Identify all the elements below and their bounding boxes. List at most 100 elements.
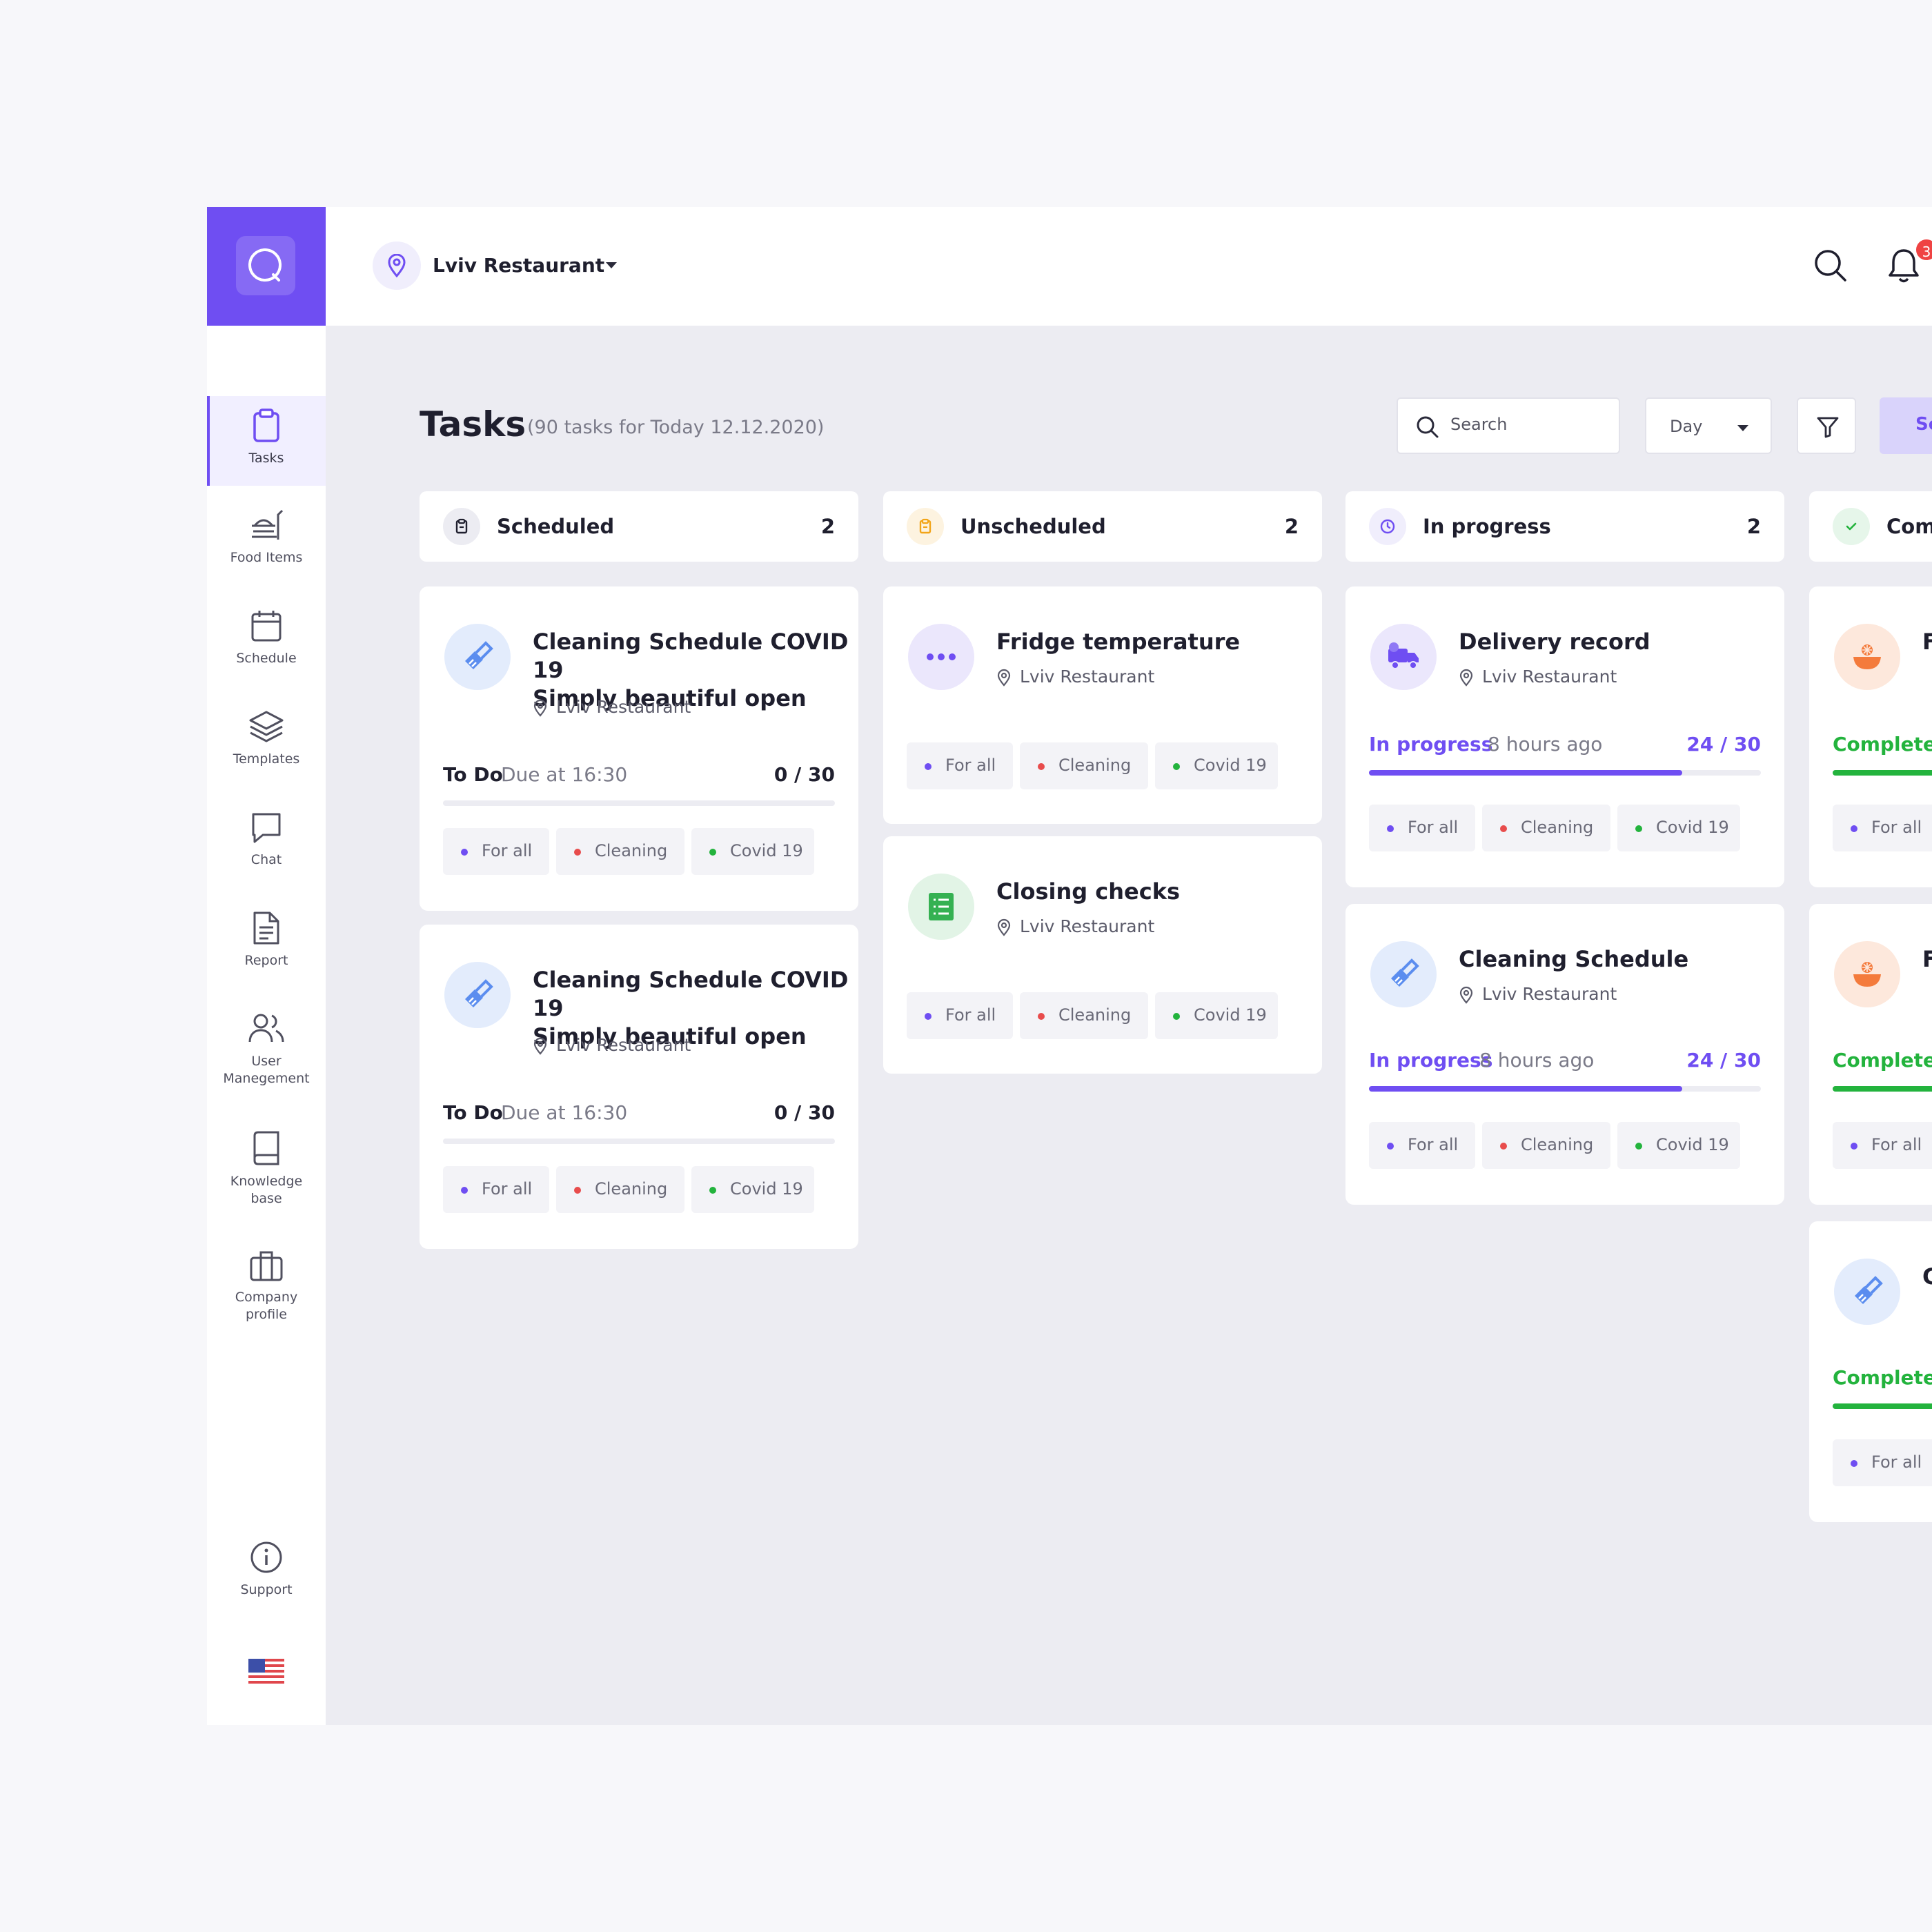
task-progress-count: 0 / 30 xyxy=(773,763,835,786)
column-count: 2 xyxy=(1746,515,1761,538)
column-count: 2 xyxy=(820,515,835,538)
sidebar-item-chat[interactable]: Chat xyxy=(207,810,326,869)
tag-cleaning[interactable]: Cleaning xyxy=(556,1166,684,1213)
location-pin-icon xyxy=(533,699,547,717)
task-card-in-progress-1[interactable]: Delivery record Lviv Restaurant In progr… xyxy=(1346,586,1784,887)
cleaning-brush-icon xyxy=(444,962,511,1028)
task-status-row: In progress 8 hours ago 24 / 30 xyxy=(1369,1049,1761,1076)
tag-for-all[interactable]: For all xyxy=(1833,1439,1932,1486)
task-card-unscheduled-1[interactable]: Fridge temperature Lviv Restaurant For a… xyxy=(883,586,1322,824)
page-title: Tasks xyxy=(420,404,526,444)
schedule-button-label: Schedule xyxy=(1915,414,1932,435)
search-input[interactable] xyxy=(1449,414,1610,435)
tag-cleaning[interactable]: Cleaning xyxy=(1482,805,1610,851)
column-header-completed: Completed xyxy=(1809,491,1932,562)
chevron-down-icon[interactable] xyxy=(606,262,617,268)
task-status: In progress xyxy=(1369,1049,1493,1072)
location-pin-icon xyxy=(997,669,1011,687)
task-elapsed: 8 hours ago xyxy=(1479,1049,1595,1072)
search-field[interactable] xyxy=(1397,397,1620,454)
task-progress-fill xyxy=(1833,1086,1932,1092)
sidebar-item-knowledge-base[interactable]: Knowledge base xyxy=(207,1130,326,1208)
schedule-button[interactable]: Schedule xyxy=(1880,397,1932,454)
sidebar-item-support[interactable]: Support xyxy=(207,1540,326,1599)
tag-covid-19[interactable]: Covid 19 xyxy=(1617,805,1740,851)
sidebar-item-label: Schedule xyxy=(236,651,297,666)
tag-for-all[interactable]: For all xyxy=(1369,1122,1475,1169)
sidebar-item-company-profile[interactable]: Company profile xyxy=(207,1249,326,1323)
task-card-in-progress-2[interactable]: Cleaning Schedule Lviv Restaurant In pro… xyxy=(1346,904,1784,1205)
sidebar-item-report[interactable]: Report xyxy=(207,911,326,969)
sidebar-item-label: Chat xyxy=(250,852,282,867)
filter-button[interactable] xyxy=(1797,397,1856,454)
task-progress-fill xyxy=(1833,770,1932,776)
us-flag-icon[interactable] xyxy=(248,1659,284,1684)
sidebar-item-user-management[interactable]: User Manegement xyxy=(207,1012,326,1087)
tag-covid-19[interactable]: Covid 19 xyxy=(691,828,814,875)
task-status-row: Completed xyxy=(1833,1049,1932,1076)
tag-cleaning[interactable]: Cleaning xyxy=(1020,742,1148,789)
task-status: Completed xyxy=(1833,733,1932,756)
sidebar-item-schedule[interactable]: Schedule xyxy=(207,609,326,667)
logo-icon xyxy=(236,236,295,295)
clipboard-icon xyxy=(907,508,944,545)
sidebar-item-tasks[interactable]: Tasks xyxy=(207,396,326,486)
tag-cleaning[interactable]: Cleaning xyxy=(556,828,684,875)
task-card-unscheduled-2[interactable]: Closing checks Lviv Restaurant For all C… xyxy=(883,836,1322,1074)
tag-cleaning[interactable]: Cleaning xyxy=(1020,992,1148,1039)
sidebar-item-food-items[interactable]: Food Items xyxy=(207,508,326,566)
tag-for-all[interactable]: For all xyxy=(1833,1122,1932,1169)
task-due: Due at 16:30 xyxy=(501,763,628,786)
task-card-completed-2[interactable]: F Completed For all xyxy=(1809,904,1932,1205)
tag-covid-19[interactable]: Covid 19 xyxy=(1155,992,1278,1039)
location-pin-icon xyxy=(388,254,406,277)
search-icon[interactable] xyxy=(1813,248,1848,283)
sidebar-item-templates[interactable]: Templates xyxy=(207,709,326,768)
app-logo[interactable] xyxy=(207,207,326,326)
tag-for-all[interactable]: For all xyxy=(1369,805,1475,851)
task-progress-count: 24 / 30 xyxy=(1686,1049,1761,1072)
task-progress-bar xyxy=(1833,1403,1932,1409)
task-status: To Do xyxy=(443,763,503,786)
tag-covid-19[interactable]: Covid 19 xyxy=(691,1166,814,1213)
cleaning-brush-icon xyxy=(1834,1259,1900,1325)
sidebar: Tasks Food Items Schedule Templates Chat… xyxy=(207,207,326,1725)
tag-for-all[interactable]: For all xyxy=(443,828,549,875)
task-location-text: Lviv Restaurant xyxy=(556,1035,691,1055)
tag-for-all[interactable]: For all xyxy=(907,742,1013,789)
clipboard-icon xyxy=(443,508,480,545)
sidebar-item-label: Tasks xyxy=(248,451,284,466)
task-location-text: Lviv Restaurant xyxy=(1482,667,1617,687)
task-title: F xyxy=(1922,946,1932,972)
location-badge[interactable] xyxy=(373,241,421,290)
task-card-completed-3[interactable]: C Completed For all xyxy=(1809,1221,1932,1522)
chat-icon xyxy=(252,813,281,843)
column-title: Completed xyxy=(1886,515,1932,538)
task-title: C xyxy=(1922,1263,1932,1290)
task-title: Closing checks xyxy=(996,878,1181,905)
food-bowl-icon xyxy=(1834,941,1900,1007)
tag-for-all[interactable]: For all xyxy=(443,1166,549,1213)
column-header-in-progress: In progress 2 xyxy=(1346,491,1784,562)
task-status: In progress xyxy=(1369,733,1493,756)
task-card-scheduled-2[interactable]: Cleaning Schedule COVID 19 Simply beauti… xyxy=(420,925,858,1249)
period-select-value: Day xyxy=(1670,417,1703,436)
sidebar-item-label: User Manegement xyxy=(223,1054,310,1086)
location-selector[interactable]: Lviv Restaurant xyxy=(433,254,604,277)
task-card-scheduled-1[interactable]: Cleaning Schedule COVID 19 Simply beauti… xyxy=(420,586,858,911)
sidebar-item-label: Knowledge base xyxy=(230,1174,303,1206)
checklist-icon xyxy=(908,874,974,940)
period-select[interactable]: Day xyxy=(1645,397,1772,454)
task-card-completed-1[interactable]: F Completed For all xyxy=(1809,586,1932,887)
tag-cleaning[interactable]: Cleaning xyxy=(1482,1122,1610,1169)
tag-for-all[interactable]: For all xyxy=(1833,805,1932,851)
column-title: In progress xyxy=(1423,515,1551,538)
tag-covid-19[interactable]: Covid 19 xyxy=(1155,742,1278,789)
tag-for-all[interactable]: For all xyxy=(907,992,1013,1039)
sidebar-item-label: Company profile xyxy=(235,1290,298,1322)
task-status: Completed xyxy=(1833,1366,1932,1389)
tag-covid-19[interactable]: Covid 19 xyxy=(1617,1122,1740,1169)
filter-icon xyxy=(1817,417,1839,438)
task-due: Due at 16:30 xyxy=(501,1101,628,1124)
check-icon xyxy=(1833,508,1870,545)
